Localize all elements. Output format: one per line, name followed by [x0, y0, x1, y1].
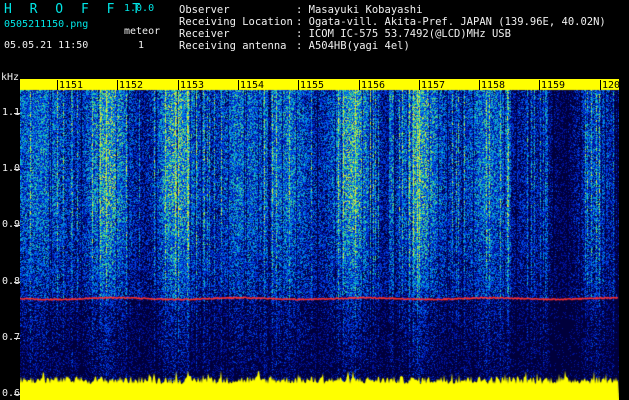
time-tick-label: 1153 — [180, 80, 205, 91]
time-tick-label: 1159 — [541, 80, 566, 91]
time-tick-mark — [178, 80, 179, 90]
receiver-value: : ICOM IC-575 53.7492(@LCD)MHz USB — [296, 28, 511, 40]
time-tick-label: 1154 — [240, 80, 265, 91]
time-tick-mark — [359, 80, 360, 90]
antenna-label: Receiving antenna — [179, 40, 287, 52]
time-tick-label: 1151 — [59, 80, 84, 91]
time-tick-mark — [57, 80, 58, 90]
time-tick-label: 1157 — [421, 80, 446, 91]
time-tick-mark — [600, 80, 601, 90]
observer-label: Observer — [179, 4, 230, 16]
time-tick-mark — [479, 80, 480, 90]
meteor-count: 1 — [138, 40, 145, 51]
time-tick-mark — [298, 80, 299, 90]
time-tick-mark — [238, 80, 239, 90]
time-tick-label: 1200 — [602, 80, 627, 91]
location-label: Receiving Location — [179, 16, 293, 28]
y-axis-unit: kHz — [1, 72, 20, 83]
observer-value: : Masayuki Kobayashi — [296, 4, 423, 16]
time-tick-label: 1158 — [481, 80, 506, 91]
app-version: 1.0.0 — [124, 3, 155, 14]
spectrogram-waterfall — [20, 79, 619, 400]
time-tick-mark — [539, 80, 540, 90]
location-value: : Ogata-vill. Akita-Pref. JAPAN (139.96E… — [296, 16, 606, 28]
antenna-value: : A504HB(yagi 4el) — [296, 40, 410, 52]
time-tick-label: 1156 — [361, 80, 386, 91]
time-tick-label: 1155 — [300, 80, 325, 91]
receiver-label: Receiver — [179, 28, 230, 40]
time-tick-label: 1152 — [119, 80, 144, 91]
time-tick-mark — [117, 80, 118, 90]
capture-filename: 0505211150.png — [4, 19, 89, 30]
time-tick-mark — [419, 80, 420, 90]
meteor-label: meteor — [124, 26, 161, 37]
capture-datetime: 05.05.21 11:50 — [4, 40, 89, 51]
